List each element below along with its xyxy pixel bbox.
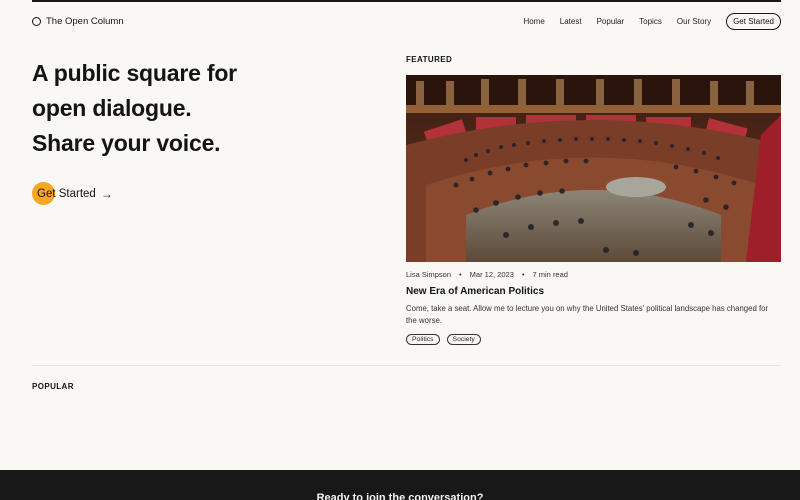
circle-logo-icon [32,16,41,26]
article-author[interactable]: Lisa Simpson [406,270,451,279]
hero-get-started-button[interactable]: Get Started → [32,182,113,206]
tag-society[interactable]: Society [446,334,481,345]
nav-link-latest[interactable]: Latest [560,17,582,26]
featured-article-title[interactable]: New Era of American Politics [406,286,544,297]
brand-logo[interactable]: The Open Column [32,16,124,27]
top-rule [32,0,781,2]
top-nav: The Open Column Home Latest Popular Topi… [32,11,781,31]
nav-link-topics[interactable]: Topics [639,17,662,26]
parliament-chamber-photo-icon [406,75,781,262]
featured-article-description: Come, take a seat. Allow me to lecture y… [406,304,769,325]
nav-link-popular[interactable]: Popular [597,17,625,26]
article-meta: Lisa Simpson • Mar 12, 2023 • 7 min read [406,270,568,279]
hero-line-2: open dialogue. [32,95,192,121]
article-tags: Politics Society [406,334,481,345]
nav-links: Home Latest Popular Topics Our Story Get… [523,12,781,30]
featured-article-image[interactable] [406,75,781,262]
nav-get-started-button[interactable]: Get Started [726,12,781,30]
footer-cta-band: Ready to join the conversation? [0,470,800,500]
popular-section-label: POPULAR [32,382,74,391]
featured-section-label: FEATURED [406,55,453,64]
arrow-right-icon: → [100,187,113,201]
brand-name: The Open Column [46,15,124,27]
hero-line-3: Share your voice. [32,130,221,156]
article-date: Mar 12, 2023 [469,270,514,279]
meta-separator: • [459,270,462,279]
footer-heading: Ready to join the conversation? [316,492,484,500]
meta-separator: • [521,270,525,279]
hero-line-1: A public square for [32,60,237,86]
nav-link-home[interactable]: Home [523,17,544,26]
hero-headline: A public square for open dialogue. Share… [32,56,362,161]
tag-politics[interactable]: Politics [406,334,440,345]
nav-link-our-story[interactable]: Our Story [677,17,711,26]
hero-cta-label: Get Started [37,188,96,200]
section-divider [32,365,781,366]
article-read-time: 7 min read [532,270,568,279]
